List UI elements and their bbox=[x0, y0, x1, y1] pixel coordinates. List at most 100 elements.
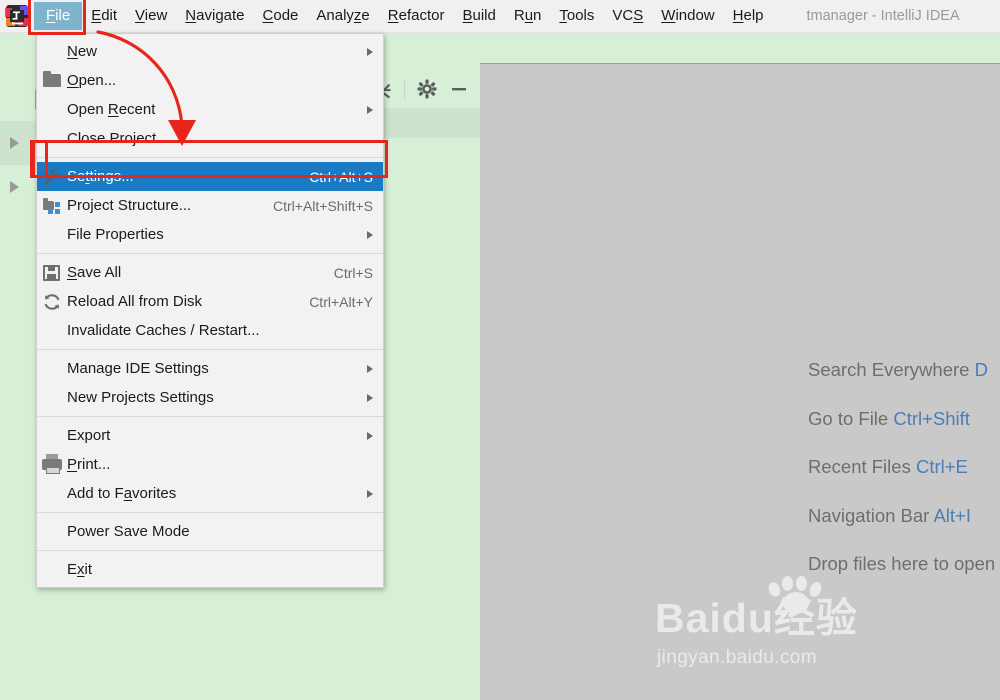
folder-icon bbox=[37, 66, 67, 95]
menu-item-label: File Properties bbox=[67, 226, 357, 243]
submenu-arrow-icon bbox=[367, 432, 373, 440]
menu-item-power-save-mode[interactable]: Power Save Mode bbox=[37, 517, 383, 546]
baidu-paw-icon bbox=[767, 576, 825, 630]
no-icon bbox=[37, 517, 67, 546]
menu-item-label: Manage IDE Settings bbox=[67, 360, 357, 377]
menu-item-export[interactable]: Export bbox=[37, 421, 383, 450]
menu-separator bbox=[37, 550, 383, 551]
hint-row: Drop files here to open bbox=[808, 555, 1000, 574]
menubar-item-tools[interactable]: Tools bbox=[550, 4, 603, 28]
hint-row: Recent Files Ctrl+E bbox=[808, 458, 1000, 477]
no-icon bbox=[37, 37, 67, 66]
menubar-item-file-rest: ile bbox=[55, 7, 70, 24]
menu-item-add-to-favorites[interactable]: Add to Favorites bbox=[37, 479, 383, 508]
window-title: tmanager - IntelliJ IDEA bbox=[807, 8, 960, 24]
expand-arrow-icon[interactable] bbox=[10, 137, 19, 149]
save-icon bbox=[37, 258, 67, 287]
watermark-url: jingyan.baidu.com bbox=[657, 647, 995, 669]
menubar-item-view[interactable]: View bbox=[126, 4, 176, 28]
no-icon bbox=[37, 555, 67, 584]
print-icon bbox=[37, 450, 67, 479]
menu-item-label: Power Save Mode bbox=[67, 523, 373, 540]
menubar-item-vcs[interactable]: VCS bbox=[603, 4, 652, 28]
menu-item-accelerator: Ctrl+Alt+Shift+S bbox=[273, 198, 373, 214]
menu-item-open[interactable]: Open... bbox=[37, 66, 383, 95]
expand-arrow-icon[interactable] bbox=[10, 181, 19, 193]
menubar-item-refactor[interactable]: Refactor bbox=[379, 4, 454, 28]
editor-empty-area: Search Everywhere D Go to File Ctrl+Shif… bbox=[480, 63, 1000, 700]
intellij-idea-logo-icon bbox=[4, 3, 30, 29]
intellij-idea-window: Search Everywhere D Go to File Ctrl+Shif… bbox=[0, 0, 1000, 700]
toolwindow-toolbar bbox=[370, 72, 480, 108]
gear-icon[interactable] bbox=[415, 77, 440, 103]
hint-label: Recent Files bbox=[808, 456, 916, 477]
menu-separator bbox=[37, 349, 383, 350]
submenu-arrow-icon bbox=[367, 231, 373, 239]
hint-label: Navigation Bar bbox=[808, 505, 933, 526]
mnemonic: F bbox=[46, 7, 55, 24]
menubar-item-help[interactable]: Help bbox=[724, 4, 773, 28]
submenu-arrow-icon bbox=[367, 490, 373, 498]
project-structure-icon bbox=[37, 191, 67, 220]
menu-item-accelerator: Ctrl+Alt+Y bbox=[309, 294, 373, 310]
minimize-icon[interactable] bbox=[447, 77, 472, 103]
no-icon bbox=[37, 95, 67, 124]
menu-item-label: Export bbox=[67, 427, 357, 444]
hint-row: Search Everywhere D bbox=[808, 361, 1000, 380]
menubar-item-navigate[interactable]: Navigate bbox=[176, 4, 253, 28]
no-icon bbox=[37, 479, 67, 508]
menu-item-new-projects-settings[interactable]: New Projects Settings bbox=[37, 383, 383, 412]
menu-item-label: Open Recent bbox=[67, 101, 357, 118]
menu-item-label: Reload All from Disk bbox=[67, 293, 295, 310]
submenu-arrow-icon bbox=[367, 106, 373, 114]
menu-item-settings[interactable]: Settings... Ctrl+Alt+S bbox=[37, 162, 383, 191]
hint-row: Go to File Ctrl+Shift bbox=[808, 410, 1000, 429]
no-icon bbox=[37, 421, 67, 450]
hint-label: Drop files here to open bbox=[808, 553, 995, 574]
editor-hint-list: Search Everywhere D Go to File Ctrl+Shif… bbox=[808, 361, 1000, 604]
file-dropdown-menu: New Open... Open Recent Close Project bbox=[36, 33, 384, 588]
wrench-icon bbox=[37, 162, 67, 191]
no-icon bbox=[37, 316, 67, 345]
menu-separator bbox=[37, 157, 383, 158]
menu-item-label: Open... bbox=[67, 72, 373, 89]
menu-item-accelerator: Ctrl+Alt+S bbox=[309, 169, 373, 185]
menu-item-label: Settings... bbox=[67, 168, 295, 185]
menu-item-label: Close Project bbox=[67, 130, 373, 147]
menu-item-manage-ide-settings[interactable]: Manage IDE Settings bbox=[37, 354, 383, 383]
menu-item-label: New Projects Settings bbox=[67, 389, 357, 406]
submenu-arrow-icon bbox=[367, 394, 373, 402]
menu-item-reload-all-from-disk[interactable]: Reload All from Disk Ctrl+Alt+Y bbox=[37, 287, 383, 316]
menu-item-close-project[interactable]: Close Project bbox=[37, 124, 383, 153]
watermark-title: Baidu经验 bbox=[655, 598, 995, 639]
menubar-item-file[interactable]: File bbox=[34, 2, 82, 30]
menu-item-label: Exit bbox=[67, 561, 373, 578]
menu-item-new[interactable]: New bbox=[37, 37, 383, 66]
menu-item-open-recent[interactable]: Open Recent bbox=[37, 95, 383, 124]
toolbar-separator bbox=[404, 80, 405, 100]
hint-label: Search Everywhere bbox=[808, 359, 975, 380]
menubar-item-window[interactable]: Window bbox=[652, 4, 723, 28]
menu-item-label: Add to Favorites bbox=[67, 485, 357, 502]
menu-item-label: New bbox=[67, 43, 357, 60]
menu-item-save-all[interactable]: Save All Ctrl+S bbox=[37, 258, 383, 287]
menubar-item-build[interactable]: Build bbox=[453, 4, 504, 28]
menubar-item-edit[interactable]: Edit bbox=[82, 4, 126, 28]
menu-item-label: Print... bbox=[67, 456, 373, 473]
menu-item-label: Project Structure... bbox=[67, 197, 259, 214]
menu-item-file-properties[interactable]: File Properties bbox=[37, 220, 383, 249]
no-icon bbox=[37, 354, 67, 383]
menu-item-exit[interactable]: Exit bbox=[37, 555, 383, 584]
menu-separator bbox=[37, 512, 383, 513]
menu-item-invalidate-caches[interactable]: Invalidate Caches / Restart... bbox=[37, 316, 383, 345]
menubar-item-run[interactable]: Run bbox=[505, 4, 551, 28]
hint-shortcut: Ctrl+Shift bbox=[893, 408, 970, 429]
menubar-item-code[interactable]: Code bbox=[254, 4, 308, 28]
hint-shortcut: D bbox=[975, 359, 988, 380]
menu-item-project-structure[interactable]: Project Structure... Ctrl+Alt+Shift+S bbox=[37, 191, 383, 220]
baidu-jingyan-watermark: Baidu经验 jingyan.baidu.com bbox=[655, 598, 995, 669]
menu-item-print[interactable]: Print... bbox=[37, 450, 383, 479]
menubar-item-analyze[interactable]: Analyze bbox=[307, 4, 378, 28]
no-icon bbox=[37, 220, 67, 249]
submenu-arrow-icon bbox=[367, 365, 373, 373]
